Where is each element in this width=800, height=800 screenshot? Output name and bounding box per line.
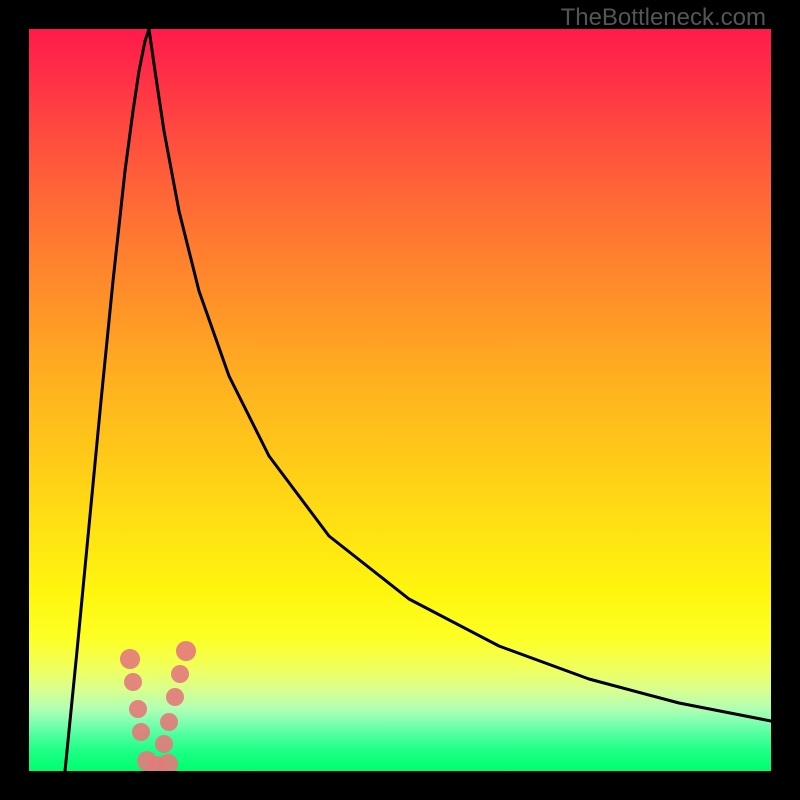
marker-dot: [160, 713, 178, 731]
curve-paths: [65, 29, 771, 771]
marker-dot: [171, 665, 189, 683]
plot-area: [29, 29, 771, 771]
marker-dot: [129, 700, 147, 718]
chart-frame: TheBottleneck.com: [0, 0, 800, 800]
curve-layer: [29, 29, 771, 771]
marker-dot: [124, 673, 142, 691]
marker-dot: [155, 735, 173, 753]
data-markers: [120, 641, 196, 771]
marker-dot: [176, 641, 196, 661]
marker-dot: [158, 754, 178, 771]
watermark-text: TheBottleneck.com: [561, 4, 766, 32]
curve-right-branch: [149, 29, 771, 721]
marker-dot: [132, 723, 150, 741]
marker-dot: [120, 649, 140, 669]
marker-dot: [166, 688, 184, 706]
